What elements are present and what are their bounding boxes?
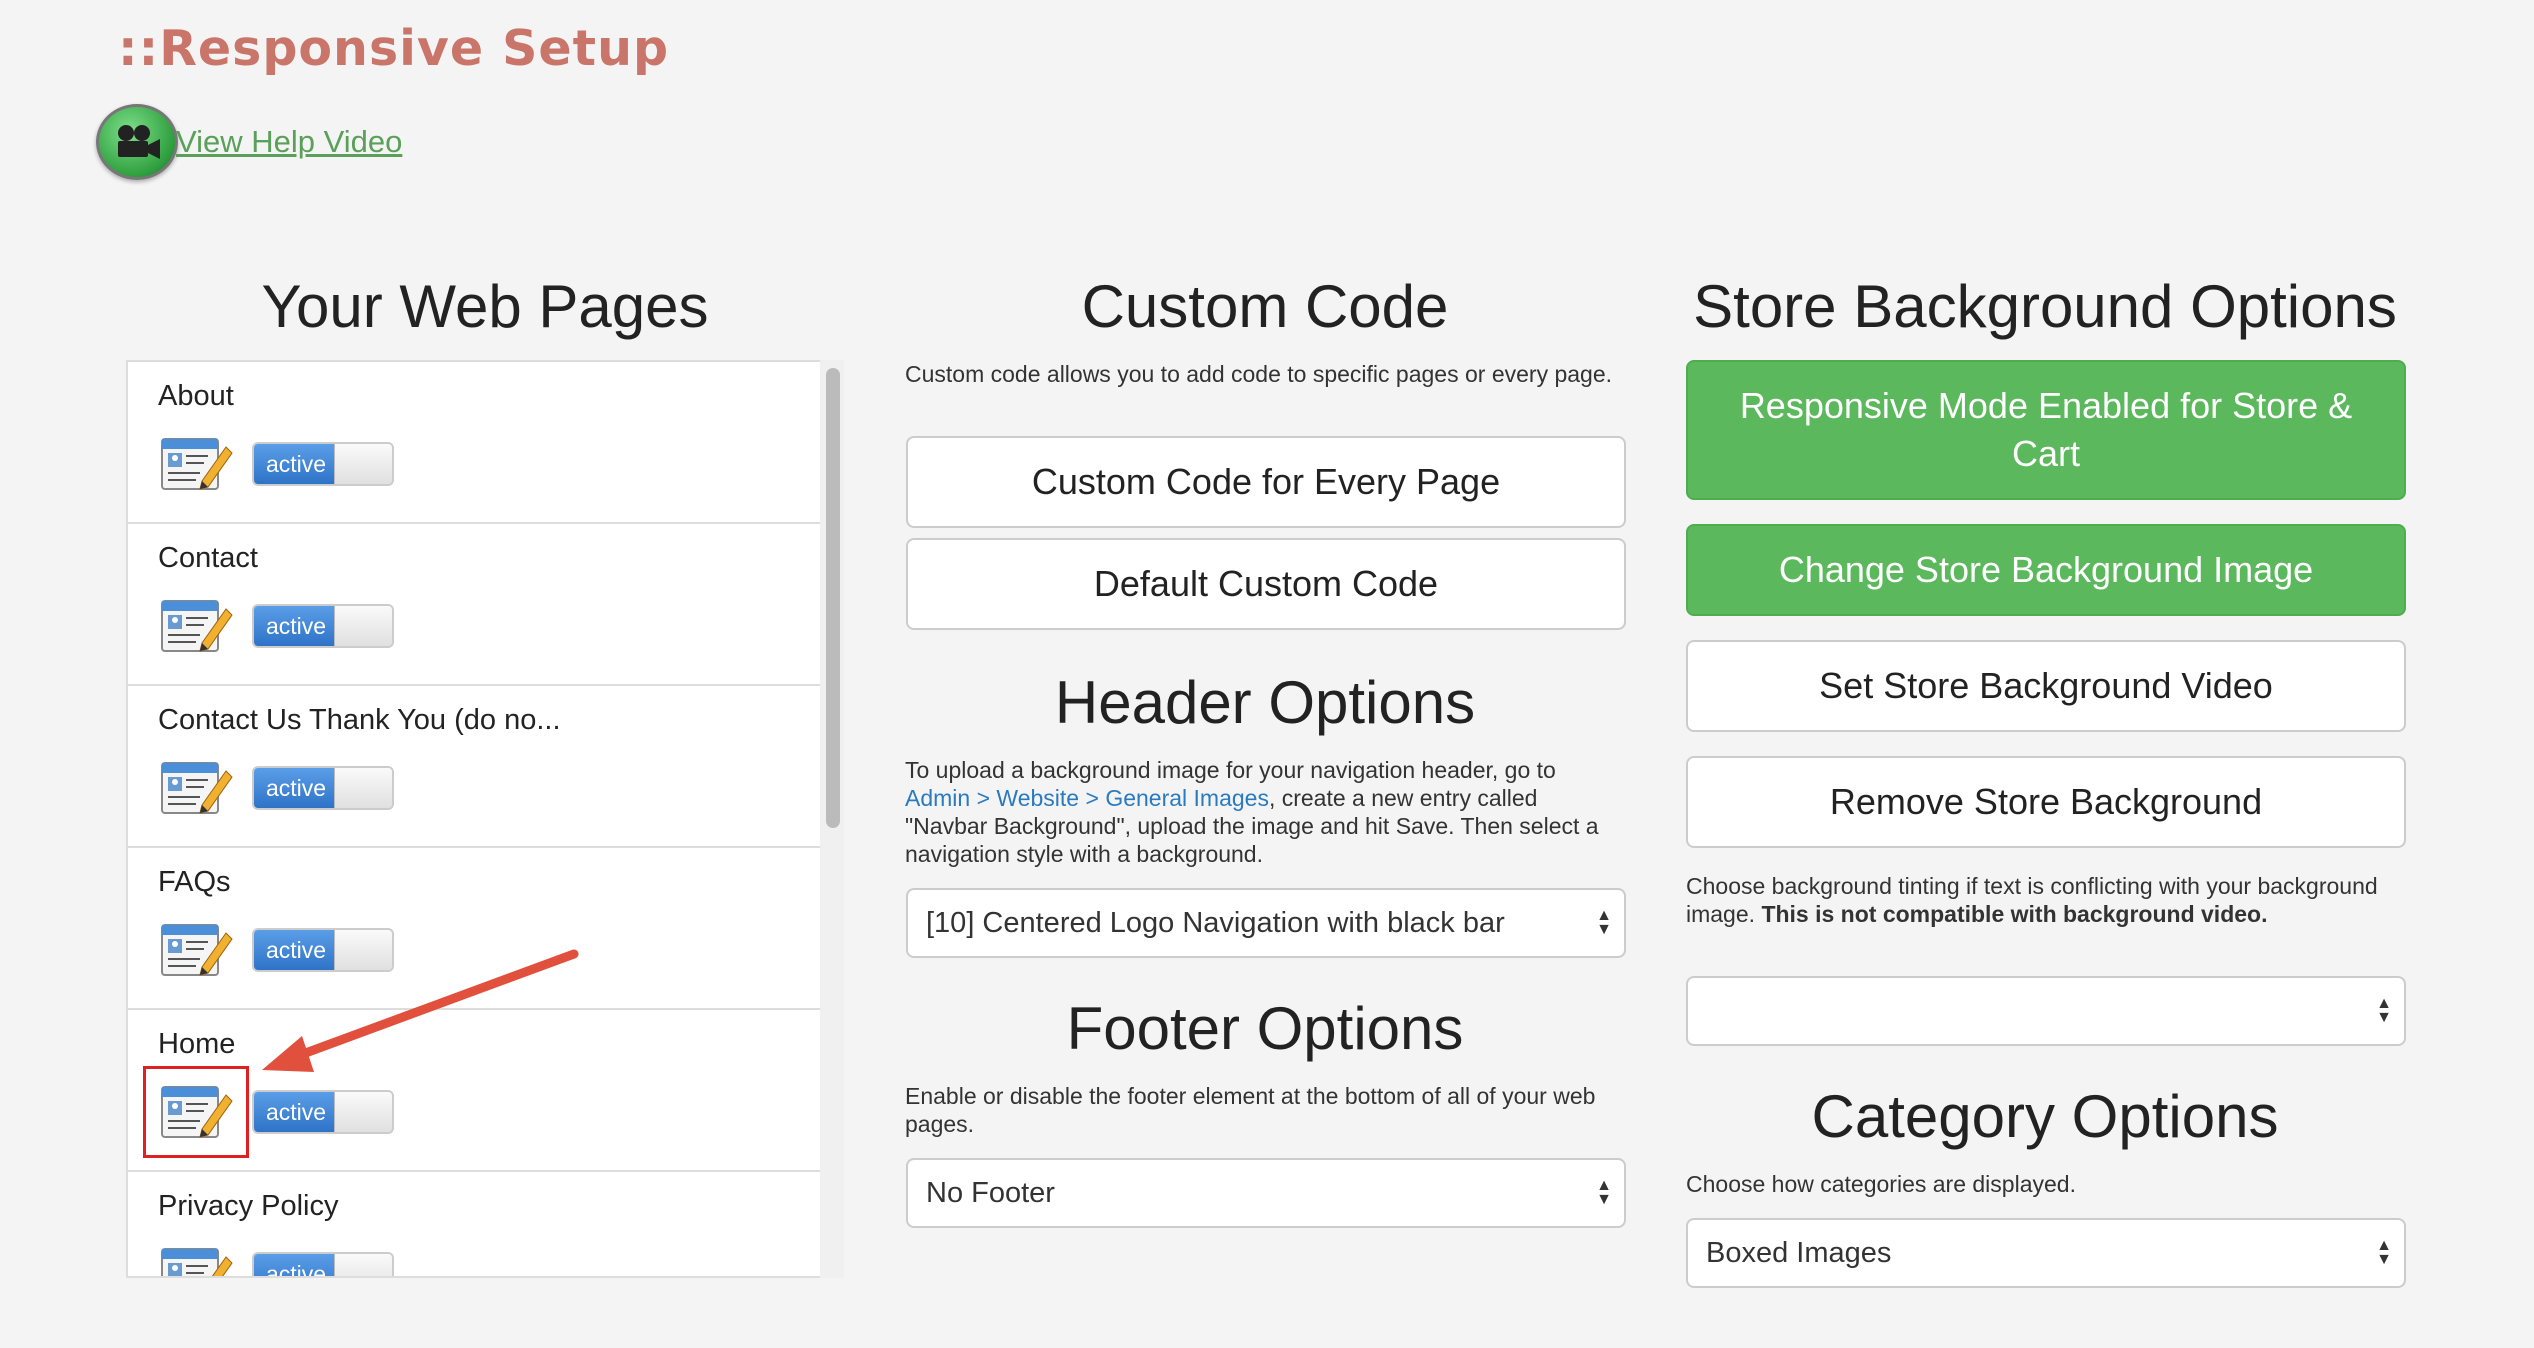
category-display-value: Boxed Images xyxy=(1706,1236,1892,1269)
header-options-heading: Header Options xyxy=(1054,669,1476,736)
default-custom-code-button[interactable]: Default Custom Code xyxy=(906,538,1626,630)
category-options-description: Choose how categories are displayed. xyxy=(1686,1171,2076,1197)
edit-page-icon[interactable] xyxy=(158,1243,234,1276)
select-arrows-icon: ▲ ▼ xyxy=(1596,907,1612,938)
toggle-knob xyxy=(334,606,392,646)
page-controls: active xyxy=(158,433,842,495)
tinting-description: Choose background tinting if text is con… xyxy=(1686,872,2406,928)
general-images-link[interactable]: General Images xyxy=(1105,785,1269,811)
breadcrumb-separator: > xyxy=(976,785,991,811)
select-arrows-icon: ▲ ▼ xyxy=(2376,995,2392,1026)
remove-store-background-button[interactable]: Remove Store Background xyxy=(1686,756,2406,848)
page-name: FAQs xyxy=(158,866,231,898)
page-controls: active xyxy=(158,595,842,657)
page-controls: active xyxy=(143,1066,842,1158)
custom-code-heading: Custom Code xyxy=(1081,273,1449,340)
footer-select-value: No Footer xyxy=(926,1176,1055,1209)
select-arrows-icon: ▲ ▼ xyxy=(1596,1177,1612,1208)
video-camera-icon xyxy=(96,104,178,180)
toggle-label: active xyxy=(254,768,338,808)
page-active-toggle[interactable]: active xyxy=(252,928,394,972)
custom-code-every-page-button[interactable]: Custom Code for Every Page xyxy=(906,436,1626,528)
edit-page-icon[interactable] xyxy=(158,757,234,819)
toggle-label: active xyxy=(254,606,338,646)
edit-page-icon[interactable] xyxy=(158,919,234,981)
toggle-knob xyxy=(334,1092,392,1132)
page-active-toggle[interactable]: active xyxy=(252,1090,394,1134)
page-title: ::Responsive Setup xyxy=(118,20,670,77)
page-row: About active xyxy=(128,362,842,524)
page-active-toggle[interactable]: active xyxy=(252,1252,394,1276)
pages-scrollbar-thumb[interactable] xyxy=(826,368,840,828)
page-controls: active xyxy=(158,919,842,981)
footer-select[interactable]: No Footer ▲ ▼ xyxy=(906,1158,1626,1228)
toggle-label: active xyxy=(254,1254,338,1276)
page-row: FAQs active xyxy=(128,848,842,1010)
toggle-label: active xyxy=(254,444,338,484)
category-display-select[interactable]: Boxed Images ▲ ▼ xyxy=(1686,1218,2406,1288)
navigation-style-value: [10] Centered Logo Navigation with black… xyxy=(926,906,1505,939)
toggle-knob xyxy=(334,444,392,484)
edit-page-icon[interactable] xyxy=(143,1066,249,1158)
page-name: About xyxy=(158,380,234,412)
breadcrumb-separator: > xyxy=(1085,785,1099,811)
header-desc-part1: To upload a background image for your na… xyxy=(905,757,1556,783)
help-link-label: View Help Video xyxy=(176,124,403,159)
store-background-heading: Store Background Options xyxy=(1693,273,2397,340)
web-pages-list: About active Contact active Contact Us Tha… xyxy=(126,360,844,1278)
footer-options-description: Enable or disable the footer element at … xyxy=(905,1083,1596,1137)
select-arrows-icon: ▲ ▼ xyxy=(2376,1237,2392,1268)
custom-code-description: Custom code allows you to add code to sp… xyxy=(905,361,1613,387)
header-options-description: To upload a background image for your na… xyxy=(905,756,1625,868)
page-name: Contact xyxy=(158,542,258,574)
page-active-toggle[interactable]: active xyxy=(252,442,394,486)
view-help-video-link[interactable]: View Help Video xyxy=(96,104,402,180)
edit-page-icon[interactable] xyxy=(158,595,234,657)
toggle-knob xyxy=(334,768,392,808)
change-store-background-image-button[interactable]: Change Store Background Image xyxy=(1686,524,2406,616)
page-row: Home active xyxy=(128,1010,842,1172)
page-name: Privacy Policy xyxy=(158,1190,339,1222)
page-row: Contact active xyxy=(128,524,842,686)
page-row: Contact Us Thank You (do no... active xyxy=(128,686,842,848)
edit-page-icon[interactable] xyxy=(158,433,234,495)
page-name: Contact Us Thank You (do no... xyxy=(158,704,561,736)
toggle-knob xyxy=(334,1254,392,1276)
page-row: Privacy Policy active xyxy=(128,1172,842,1276)
website-link[interactable]: Website xyxy=(996,785,1079,811)
toggle-label: active xyxy=(254,930,338,970)
set-store-background-video-button[interactable]: Set Store Background Video xyxy=(1686,640,2406,732)
tinting-note: This is not compatible with background v… xyxy=(1761,901,2268,927)
navigation-style-select[interactable]: [10] Centered Logo Navigation with black… xyxy=(906,888,1626,958)
toggle-label: active xyxy=(254,1092,338,1132)
page-controls: active xyxy=(158,757,842,819)
page-name: Home xyxy=(158,1028,236,1060)
toggle-knob xyxy=(334,930,392,970)
admin-link[interactable]: Admin xyxy=(905,785,970,811)
page-active-toggle[interactable]: active xyxy=(252,604,394,648)
page-active-toggle[interactable]: active xyxy=(252,766,394,810)
footer-options-heading: Footer Options xyxy=(1066,995,1464,1062)
background-tint-select[interactable]: ▲ ▼ xyxy=(1686,976,2406,1046)
category-options-heading: Category Options xyxy=(1811,1083,2279,1150)
responsive-mode-button[interactable]: Responsive Mode Enabled for Store & Cart xyxy=(1686,360,2406,500)
web-pages-heading: Your Web Pages xyxy=(261,273,709,340)
page-controls: active xyxy=(158,1243,842,1276)
